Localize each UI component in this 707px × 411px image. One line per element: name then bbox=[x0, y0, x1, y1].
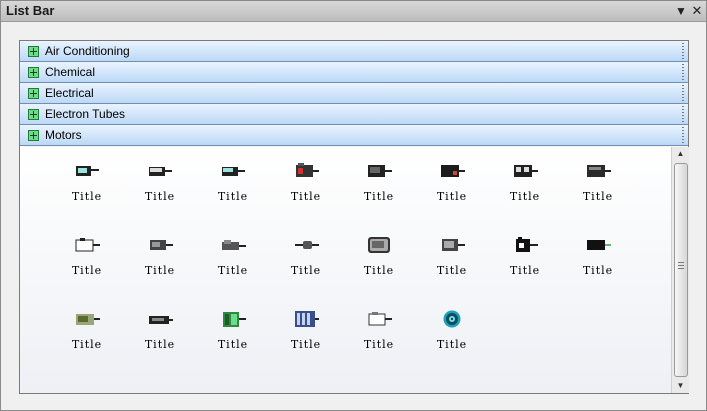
item-caption: Title bbox=[71, 264, 103, 277]
item-caption: Title bbox=[436, 264, 468, 277]
item-caption: Title bbox=[290, 264, 322, 277]
item-caption: Title bbox=[509, 190, 541, 203]
motor-icon bbox=[75, 238, 100, 252]
list-item[interactable]: Title bbox=[349, 162, 409, 208]
motor-icon bbox=[149, 167, 172, 176]
motor-icon bbox=[368, 237, 390, 253]
motor-icon bbox=[76, 314, 100, 325]
motor-icon bbox=[149, 316, 173, 324]
motor-icon bbox=[514, 165, 538, 177]
motor-icon bbox=[222, 240, 246, 250]
list-item[interactable]: Title bbox=[568, 236, 628, 282]
list-item[interactable]: Title bbox=[422, 162, 482, 208]
item-caption: Title bbox=[582, 264, 614, 277]
list-bar-panel: Air Conditioning Chemical Electrical Ele… bbox=[19, 40, 689, 394]
item-caption: Title bbox=[217, 190, 249, 203]
item-caption: Title bbox=[363, 190, 395, 203]
motor-icon bbox=[296, 163, 319, 177]
motor-icon bbox=[76, 166, 99, 176]
grip-handle bbox=[682, 64, 684, 80]
item-caption: Title bbox=[582, 190, 614, 203]
close-icon[interactable]: ✕ bbox=[690, 3, 704, 19]
item-caption: Title bbox=[217, 264, 249, 277]
grip-handle bbox=[682, 43, 684, 59]
list-item[interactable]: Title bbox=[349, 310, 409, 356]
item-caption: Title bbox=[363, 338, 395, 351]
list-item[interactable]: Title bbox=[203, 310, 263, 356]
list-item[interactable]: Title bbox=[130, 162, 190, 208]
expand-plus-icon[interactable] bbox=[28, 109, 39, 120]
motor-icon bbox=[516, 237, 538, 252]
list-bar-window: List Bar ▼ ✕ Air Conditioning Chemical E… bbox=[0, 0, 707, 411]
category-label: Electron Tubes bbox=[45, 107, 126, 121]
item-caption: Title bbox=[144, 338, 176, 351]
list-item[interactable]: Title bbox=[203, 236, 263, 282]
list-item[interactable]: Title bbox=[57, 310, 117, 356]
expand-plus-icon[interactable] bbox=[28, 46, 39, 57]
item-caption: Title bbox=[436, 338, 468, 351]
motor-icon bbox=[295, 241, 319, 249]
list-item[interactable]: Title bbox=[130, 310, 190, 356]
item-caption: Title bbox=[144, 264, 176, 277]
scroll-down-arrow-icon[interactable]: ▼ bbox=[672, 379, 689, 393]
grip-handle bbox=[682, 85, 684, 101]
expand-plus-icon[interactable] bbox=[28, 88, 39, 99]
item-caption: Title bbox=[363, 264, 395, 277]
chevron-down-icon[interactable]: ▼ bbox=[674, 3, 688, 19]
motor-icon bbox=[368, 312, 392, 326]
motor-icon bbox=[587, 240, 611, 250]
expand-plus-icon[interactable] bbox=[28, 130, 39, 141]
grip-handle bbox=[682, 106, 684, 122]
list-item[interactable]: Title bbox=[568, 162, 628, 208]
motor-icon bbox=[223, 312, 246, 327]
item-caption: Title bbox=[144, 190, 176, 203]
grip-handle bbox=[682, 127, 684, 143]
title-bar[interactable]: List Bar ▼ ✕ bbox=[1, 1, 706, 22]
motor-icon bbox=[587, 165, 611, 177]
item-caption: Title bbox=[436, 190, 468, 203]
motor-icon bbox=[441, 165, 465, 177]
item-caption: Title bbox=[217, 338, 249, 351]
turbine-icon bbox=[443, 310, 461, 328]
scroll-up-arrow-icon[interactable]: ▲ bbox=[672, 147, 689, 161]
item-caption: Title bbox=[290, 338, 322, 351]
scroll-thumb[interactable] bbox=[674, 163, 688, 377]
category-label: Air Conditioning bbox=[45, 44, 130, 58]
item-caption: Title bbox=[71, 338, 103, 351]
list-item[interactable]: Title bbox=[349, 236, 409, 282]
list-item[interactable]: Title bbox=[203, 162, 263, 208]
list-item[interactable]: Title bbox=[422, 310, 482, 356]
motor-icon bbox=[442, 239, 465, 251]
list-item[interactable]: Title bbox=[422, 236, 482, 282]
list-item[interactable]: Title bbox=[276, 236, 336, 282]
expand-plus-icon[interactable] bbox=[28, 67, 39, 78]
item-caption: Title bbox=[71, 190, 103, 203]
list-item[interactable]: Title bbox=[495, 162, 555, 208]
motor-icon bbox=[295, 311, 319, 327]
motor-icon bbox=[368, 165, 392, 177]
category-motors[interactable]: Motors bbox=[20, 125, 688, 146]
list-item[interactable]: Title bbox=[276, 162, 336, 208]
item-caption: Title bbox=[509, 264, 541, 277]
category-label: Chemical bbox=[45, 65, 96, 79]
list-item[interactable]: Title bbox=[495, 236, 555, 282]
category-air-conditioning[interactable]: Air Conditioning bbox=[20, 41, 688, 62]
motor-icon bbox=[150, 240, 173, 250]
list-item[interactable]: Title bbox=[130, 236, 190, 282]
category-label: Motors bbox=[45, 128, 82, 142]
item-caption: Title bbox=[290, 190, 322, 203]
category-electron-tubes[interactable]: Electron Tubes bbox=[20, 104, 688, 125]
list-item[interactable]: Title bbox=[57, 236, 117, 282]
motors-items-grid: Title Title Title Title Title Title Titl… bbox=[20, 147, 671, 393]
list-item[interactable]: Title bbox=[57, 162, 117, 208]
list-item[interactable]: Title bbox=[276, 310, 336, 356]
category-chemical[interactable]: Chemical bbox=[20, 62, 688, 83]
motor-icon bbox=[222, 167, 245, 176]
category-label: Electrical bbox=[45, 86, 94, 100]
vertical-scrollbar[interactable]: ▲ ▼ bbox=[671, 147, 689, 393]
category-electrical[interactable]: Electrical bbox=[20, 83, 688, 104]
window-title: List Bar bbox=[6, 3, 55, 18]
